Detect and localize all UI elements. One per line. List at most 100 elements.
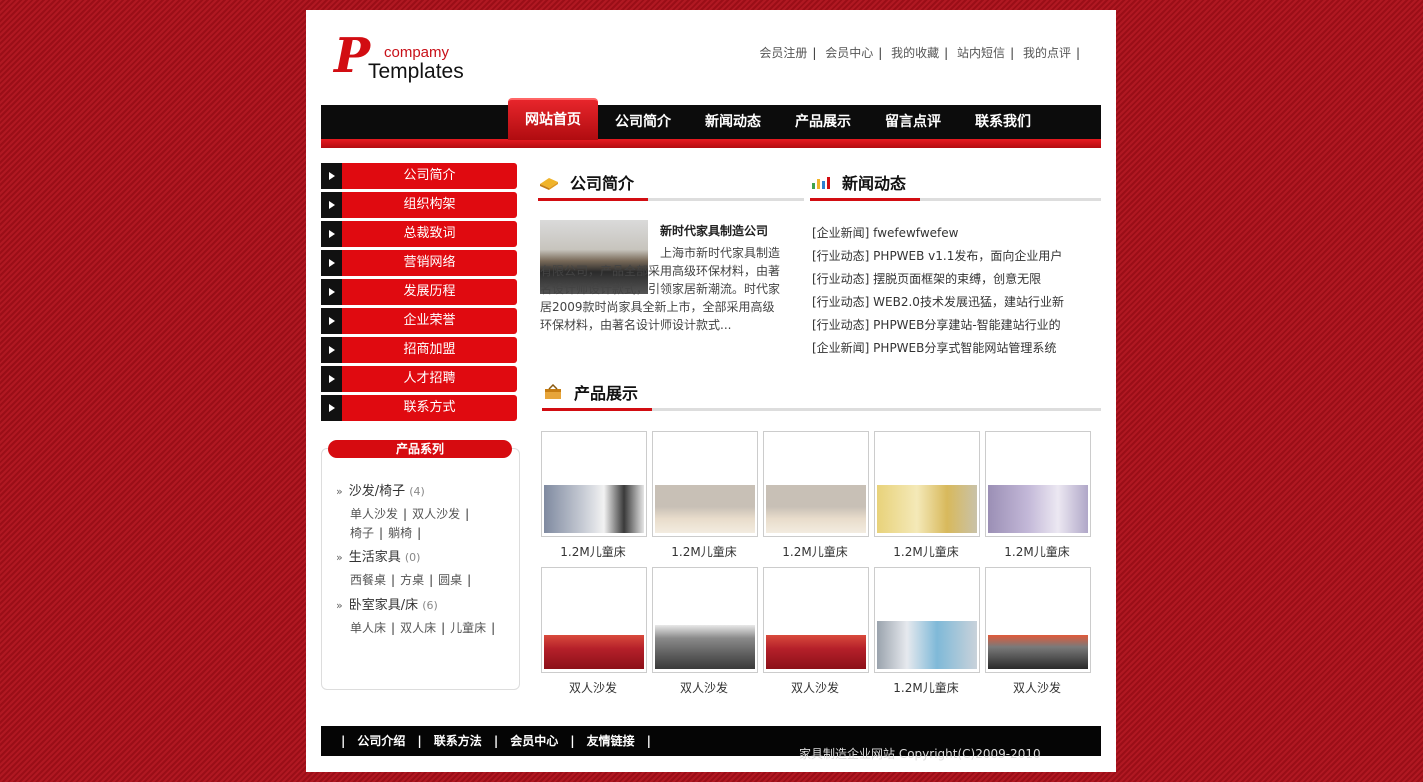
footer-links: | 公司介绍 | 联系方法 | 会员中心 | 友情链接 | <box>341 734 652 748</box>
toplink-reviews[interactable]: 我的点评 <box>1023 46 1071 60</box>
nav-about[interactable]: 公司简介 <box>598 98 688 140</box>
product-caption: 双人沙发 <box>679 681 728 695</box>
products-section-header: 产品展示 <box>542 378 1101 411</box>
arrow-right-icon <box>321 308 342 334</box>
news-item[interactable]: [企业新闻] fwefewfwefew <box>812 222 1102 245</box>
sidemenu-item-label: 总裁致词 <box>342 221 517 247</box>
nav-products[interactable]: 产品展示 <box>778 98 868 140</box>
product-card[interactable]: 双人沙发 <box>985 567 1091 696</box>
subcategory-row: 单人床 | 双人床 | 儿童床 | <box>350 621 496 635</box>
double-chevron-icon: » <box>336 485 343 498</box>
intro-title-underline <box>538 198 648 201</box>
footer-link-friends[interactable]: 友情链接 <box>587 734 635 748</box>
arrow-right-icon <box>321 250 342 276</box>
product-thumbnail <box>985 567 1091 673</box>
news-item[interactable]: [行业动态] 摆脱页面框架的束缚，创意无限 <box>812 268 1102 291</box>
page-container: P compamy Templates 会员注册 | 会员中心 | 我的收藏 | 站内… <box>306 10 1116 772</box>
product-thumbnail <box>763 567 869 673</box>
subcategory-link[interactable]: 圆桌 <box>438 573 462 587</box>
product-card[interactable]: 双人沙发 <box>652 567 758 696</box>
subcategory-link[interactable]: 单人床 <box>350 621 386 635</box>
product-card[interactable]: 1.2M儿童床 <box>763 431 869 560</box>
nav-contact[interactable]: 联系我们 <box>958 98 1048 140</box>
category-name: 卧室家具/床 <box>348 598 419 613</box>
subcategory-row: 单人沙发 | 双人沙发 | <box>350 507 470 521</box>
sidemenu-item[interactable]: 企业荣誉 <box>321 308 517 334</box>
product-card[interactable]: 1.2M儿童床 <box>985 431 1091 560</box>
product-caption: 双人沙发 <box>568 681 617 695</box>
sidemenu-item-label: 营销网络 <box>342 250 517 276</box>
subcategory-link[interactable]: 西餐桌 <box>350 573 386 587</box>
product-caption: 1.2M儿童床 <box>1004 545 1070 559</box>
sidemenu-item[interactable]: 联系方式 <box>321 395 517 421</box>
sidemenu-item[interactable]: 招商加盟 <box>321 337 517 363</box>
sidemenu-item[interactable]: 公司简介 <box>321 163 517 189</box>
nav-news[interactable]: 新闻动态 <box>688 98 778 140</box>
news-list: [企业新闻] fwefewfwefew [行业动态] PHPWEB v1.1发布… <box>812 222 1102 360</box>
product-thumbnail <box>874 431 980 537</box>
product-card[interactable]: 双人沙发 <box>541 567 647 696</box>
logo-templates-text: Templates <box>368 60 464 83</box>
sidemenu-item-label: 公司简介 <box>342 163 517 189</box>
products-title-underline <box>542 408 652 411</box>
footer-bar: | 公司介绍 | 联系方法 | 会员中心 | 友情链接 | 家具制造企业网站 Copyright… <box>321 726 1101 761</box>
news-item[interactable]: [行业动态] PHPWEB分享建站-智能建站行业的 <box>812 314 1102 337</box>
sidemenu-item-label: 人才招聘 <box>342 366 517 392</box>
subcategory-link[interactable]: 方桌 <box>400 573 424 587</box>
arrow-right-icon <box>321 366 342 392</box>
arrow-right-icon <box>321 279 342 305</box>
product-card[interactable]: 1.2M儿童床 <box>652 431 758 560</box>
category-item[interactable]: » 沙发/椅子 (4) <box>336 480 425 499</box>
product-caption: 双人沙发 <box>790 681 839 695</box>
product-thumbnail <box>763 431 869 537</box>
category-count: (6) <box>422 599 438 612</box>
subcategory-link[interactable]: 儿童床 <box>450 621 486 635</box>
product-card[interactable]: 1.2M儿童床 <box>874 431 980 560</box>
subcategory-link[interactable]: 双人床 <box>400 621 436 635</box>
copyright-text: 家具制造企业网站 Copyright(C)2009-2010 <box>799 747 1041 761</box>
product-thumbnail <box>541 431 647 537</box>
sidemenu-item-label: 发展历程 <box>342 279 517 305</box>
side-menu: 公司简介 组织构架 总裁致词 营销网络 发展历程 企业荣誉 招商加盟 人才招聘 … <box>321 163 517 424</box>
category-item[interactable]: » 卧室家具/床 (6) <box>336 594 438 613</box>
nav-guestbook[interactable]: 留言点评 <box>868 98 958 140</box>
intro-company-name[interactable]: 新时代家具制造公司 <box>660 222 768 239</box>
toplink-register[interactable]: 会员注册 <box>759 46 807 60</box>
category-name: 沙发/椅子 <box>348 484 406 499</box>
sidemenu-item[interactable]: 总裁致词 <box>321 221 517 247</box>
logo-letter: P <box>334 28 371 84</box>
news-item[interactable]: [行业动态] WEB2.0技术发展迅猛，建站行业新 <box>812 291 1102 314</box>
product-caption: 1.2M儿童床 <box>560 545 626 559</box>
sidemenu-item[interactable]: 组织构架 <box>321 192 517 218</box>
arrow-right-icon <box>321 221 342 247</box>
subcategory-link[interactable]: 双人沙发 <box>412 507 460 521</box>
product-series-title: 产品系列 <box>328 440 512 458</box>
toplink-messages[interactable]: 站内短信 <box>957 46 1005 60</box>
sidemenu-item[interactable]: 营销网络 <box>321 250 517 276</box>
footer-link-about[interactable]: 公司介绍 <box>357 734 405 748</box>
news-item[interactable]: [行业动态] PHPWEB v1.1发布，面向企业用户 <box>812 245 1102 268</box>
intro-text: 上海市新时代家具制造有限公司，产品全部采用高级环保材料，由著名设计师设计款式，引… <box>540 246 781 332</box>
subcategory-link[interactable]: 椅子 <box>350 526 374 540</box>
subcategory-link[interactable]: 单人沙发 <box>350 507 398 521</box>
product-card[interactable]: 1.2M儿童床 <box>874 567 980 696</box>
sidemenu-item-label: 企业荣誉 <box>342 308 517 334</box>
subcategory-link[interactable]: 躺椅 <box>388 526 412 540</box>
site-logo[interactable]: P compamy Templates <box>330 32 480 92</box>
product-card[interactable]: 1.2M儿童床 <box>541 431 647 560</box>
footer-link-member[interactable]: 会员中心 <box>510 734 558 748</box>
product-card[interactable]: 双人沙发 <box>763 567 869 696</box>
nav-home[interactable]: 网站首页 <box>508 98 598 140</box>
product-thumbnail <box>652 431 758 537</box>
footer-link-contact[interactable]: 联系方法 <box>434 734 482 748</box>
category-item[interactable]: » 生活家具 (0) <box>336 546 420 565</box>
product-thumbnail <box>985 431 1091 537</box>
sidemenu-item[interactable]: 发展历程 <box>321 279 517 305</box>
arrow-right-icon <box>321 337 342 363</box>
news-item[interactable]: [企业新闻] PHPWEB分享式智能网站管理系统 <box>812 337 1102 360</box>
toplink-favorites[interactable]: 我的收藏 <box>891 46 939 60</box>
box-icon <box>545 384 561 399</box>
toplink-member-center[interactable]: 会员中心 <box>825 46 873 60</box>
product-thumbnail <box>541 567 647 673</box>
sidemenu-item[interactable]: 人才招聘 <box>321 366 517 392</box>
